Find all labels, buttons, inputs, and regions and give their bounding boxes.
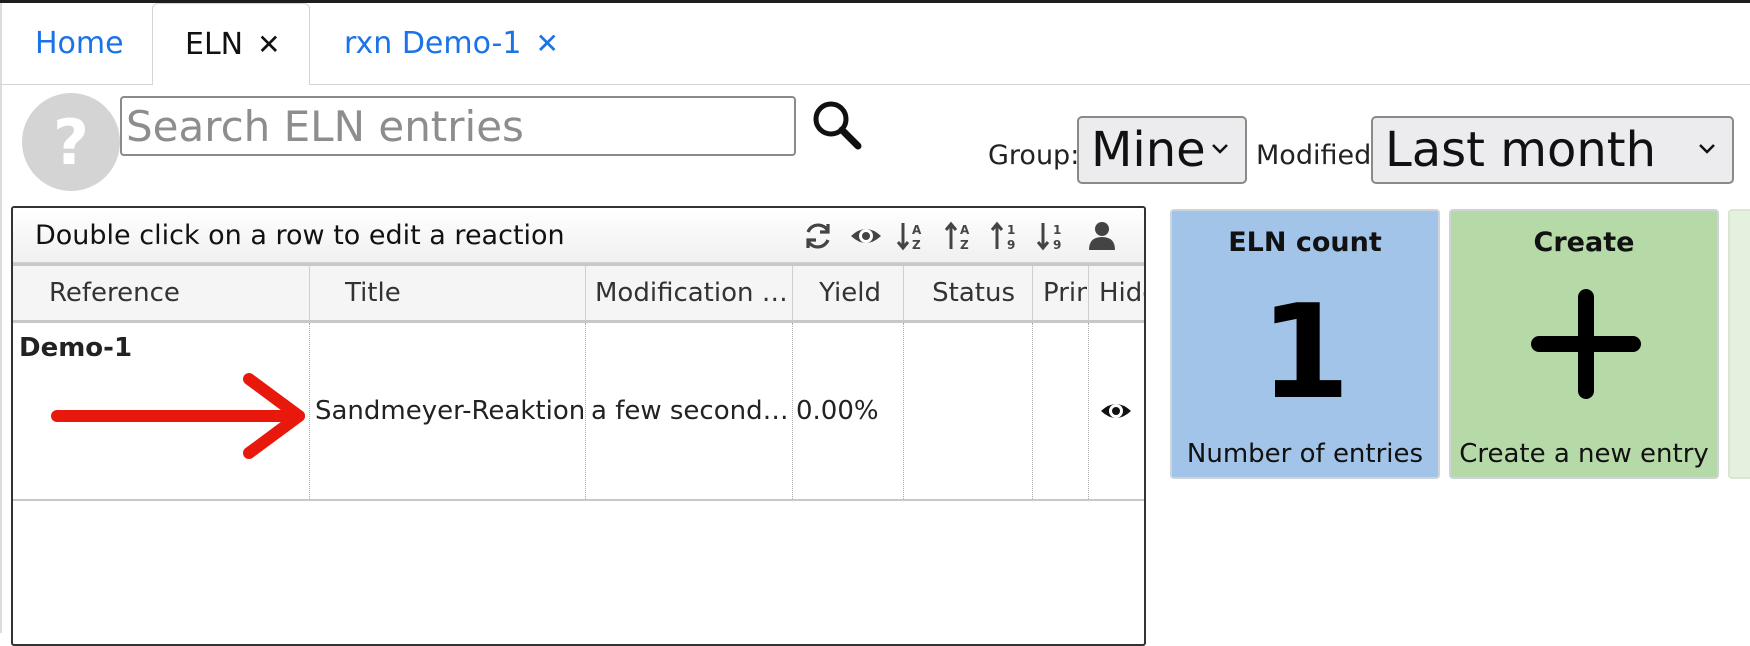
window-left-border bbox=[0, 3, 2, 633]
plus-icon bbox=[1531, 289, 1641, 399]
close-icon[interactable]: ✕ bbox=[257, 28, 280, 61]
eye-icon[interactable] bbox=[849, 219, 883, 253]
group-label: Group: bbox=[988, 140, 1080, 171]
svg-text:A: A bbox=[960, 223, 970, 237]
close-icon[interactable]: ✕ bbox=[535, 27, 558, 60]
cell-divider bbox=[1088, 323, 1089, 499]
panel-title: Double click on a row to edit a reaction bbox=[35, 220, 565, 251]
column-header-hide[interactable]: Hide bbox=[1099, 266, 1144, 320]
card-title: ELN count bbox=[1228, 227, 1382, 258]
sort-numeric-up-icon[interactable]: 1 9 bbox=[989, 219, 1023, 253]
svg-text:9: 9 bbox=[1007, 238, 1015, 252]
column-divider[interactable] bbox=[1032, 266, 1033, 320]
table-row[interactable]: Demo-1 Sandmeyer-Reaktion a few second… … bbox=[13, 323, 1144, 501]
next-card-partial[interactable] bbox=[1728, 209, 1750, 479]
refresh-icon[interactable] bbox=[801, 219, 835, 253]
cell-print bbox=[1033, 323, 1088, 499]
red-arrow-annotation bbox=[51, 373, 305, 459]
panel-header: Double click on a row to edit a reaction… bbox=[13, 208, 1144, 263]
column-header-modification[interactable]: Modification … bbox=[595, 266, 793, 320]
column-header-reference[interactable]: Reference bbox=[49, 266, 309, 320]
column-divider[interactable] bbox=[1088, 266, 1089, 320]
card-caption: Create a new entry bbox=[1459, 439, 1709, 469]
sort-alpha-down-icon[interactable]: A Z bbox=[895, 219, 929, 253]
eye-icon[interactable] bbox=[1099, 396, 1133, 426]
modified-select-value: Last month bbox=[1385, 122, 1657, 178]
modified-label: Modified: bbox=[1256, 140, 1381, 171]
tab-eln[interactable]: ELN ✕ bbox=[152, 3, 310, 85]
cell-divider bbox=[585, 323, 586, 499]
cell-title: Sandmeyer-Reaktion bbox=[315, 396, 583, 426]
cell-modified: a few second… bbox=[591, 396, 789, 426]
column-divider[interactable] bbox=[309, 266, 310, 320]
cell-divider bbox=[792, 323, 793, 499]
svg-text:Z: Z bbox=[960, 238, 969, 252]
tab-home-label[interactable]: Home bbox=[35, 26, 124, 61]
user-icon[interactable] bbox=[1085, 219, 1119, 253]
column-header-status[interactable]: Status bbox=[904, 266, 1032, 320]
table-header: Reference Title Modification … Yield Sta… bbox=[13, 263, 1144, 323]
card-caption: Number of entries bbox=[1186, 439, 1424, 469]
eln-panel: Double click on a row to edit a reaction… bbox=[11, 206, 1146, 646]
svg-text:1: 1 bbox=[1007, 223, 1015, 237]
tab-eln-label[interactable]: ELN bbox=[185, 27, 243, 62]
create-entry-card[interactable]: Create Create a new entry bbox=[1449, 209, 1719, 479]
chevron-down-icon bbox=[1212, 144, 1228, 154]
card-title: Create bbox=[1533, 227, 1635, 258]
cell-reference: Demo-1 bbox=[17, 323, 307, 499]
eln-count-card[interactable]: ELN count 1 Number of entries bbox=[1170, 209, 1440, 479]
group-select-value: Mine bbox=[1091, 122, 1206, 178]
help-icon[interactable]: ? bbox=[22, 93, 120, 191]
group-select[interactable]: Mine bbox=[1077, 116, 1247, 184]
tab-rxn-demo-1[interactable]: rxn Demo-1 ✕ bbox=[344, 3, 559, 84]
sort-numeric-down-icon[interactable]: 1 9 bbox=[1035, 219, 1069, 253]
eln-count-value: 1 bbox=[1259, 276, 1351, 428]
column-divider[interactable] bbox=[585, 266, 586, 320]
column-header-title[interactable]: Title bbox=[345, 266, 585, 320]
search-input[interactable] bbox=[120, 96, 796, 156]
reference-value: Demo-1 bbox=[19, 333, 133, 363]
svg-text:1: 1 bbox=[1053, 223, 1061, 237]
cell-status bbox=[904, 323, 1032, 499]
svg-text:9: 9 bbox=[1053, 238, 1061, 252]
tab-bar: Home ELN ✕ rxn Demo-1 ✕ bbox=[0, 3, 1750, 85]
tab-rxn-demo-1-label[interactable]: rxn Demo-1 bbox=[344, 26, 521, 61]
chevron-down-icon bbox=[1699, 144, 1715, 154]
modified-select[interactable]: Last month bbox=[1371, 116, 1734, 184]
svg-text:Z: Z bbox=[912, 238, 921, 252]
search-icon[interactable] bbox=[808, 96, 864, 152]
column-header-print[interactable]: Prin bbox=[1043, 266, 1087, 320]
help-glyph: ? bbox=[53, 105, 89, 179]
svg-text:A: A bbox=[912, 223, 922, 237]
column-header-yield[interactable]: Yield bbox=[793, 266, 893, 320]
sort-alpha-up-icon[interactable]: A Z bbox=[943, 219, 977, 253]
cell-yield: 0.00% bbox=[796, 396, 879, 426]
tab-home[interactable]: Home bbox=[35, 3, 124, 84]
cell-divider bbox=[309, 323, 310, 499]
